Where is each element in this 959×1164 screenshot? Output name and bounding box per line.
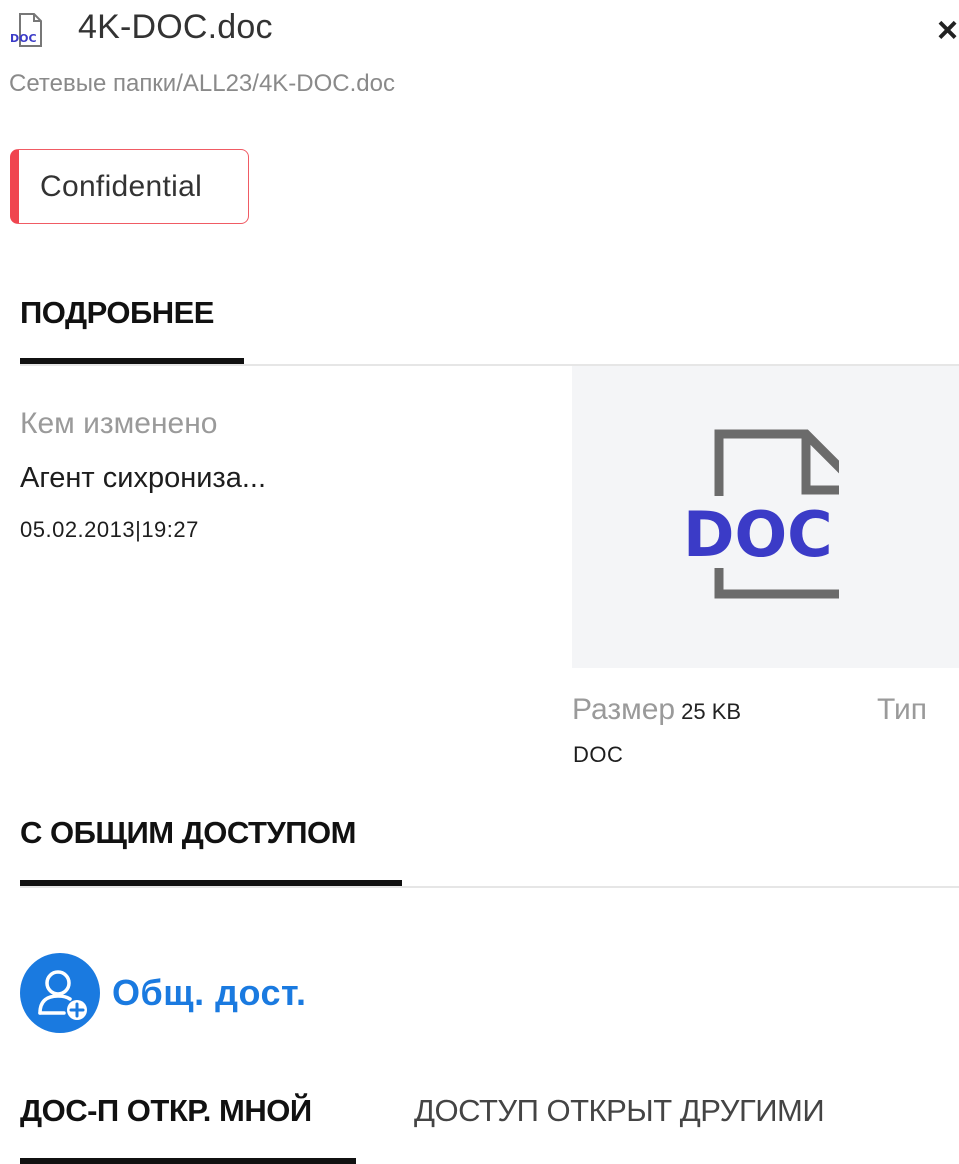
sharing-divider <box>20 886 959 888</box>
file-preview: DOC <box>572 366 959 668</box>
classification-badge: Confidential <box>10 149 249 224</box>
details-section-title: ПОДРОБНЕЕ <box>20 295 214 330</box>
preview-type-text: DOC <box>683 498 833 571</box>
badge-label: Confidential <box>40 169 203 203</box>
tab-shared-by-me[interactable]: ДОС-П ОТКР. МНОЙ <box>20 1093 312 1129</box>
size-label: Размер <box>572 693 676 726</box>
sharing-section-title: С ОБЩИМ ДОСТУПОМ <box>20 815 356 850</box>
modified-timestamp: 05.02.2013|19:27 <box>20 517 199 542</box>
active-tab-underline <box>20 1158 356 1164</box>
file-title: 4K-DOC.doc <box>78 8 273 46</box>
share-button-label: Общ. дост. <box>112 972 307 1013</box>
type-value: DOC <box>573 742 624 767</box>
modified-by-value: Агент сихрониза... <box>20 462 267 494</box>
tab-shared-with-me[interactable]: ДОСТУП ОТКРЫТ ДРУГИМИ <box>414 1093 825 1129</box>
share-button[interactable]: Общ. дост. <box>20 952 306 1034</box>
modified-by-label: Кем изменено <box>20 407 218 440</box>
svg-text:DOC: DOC <box>10 32 37 45</box>
type-label: Тип <box>877 693 928 726</box>
doc-file-icon: DOC <box>9 10 49 50</box>
close-icon[interactable]: × <box>937 10 958 50</box>
add-user-icon <box>20 953 100 1033</box>
size-value: 25 KB <box>681 699 742 724</box>
size-row: Размер 25 KB <box>572 693 741 727</box>
breadcrumb: Сетевые папки/ALL23/4K-DOC.doc <box>9 70 395 97</box>
file-details-panel: DOC 4K-DOC.doc × Сетевые папки/ALL23/4K-… <box>0 0 959 1164</box>
doc-preview-icon: DOC <box>683 429 839 599</box>
